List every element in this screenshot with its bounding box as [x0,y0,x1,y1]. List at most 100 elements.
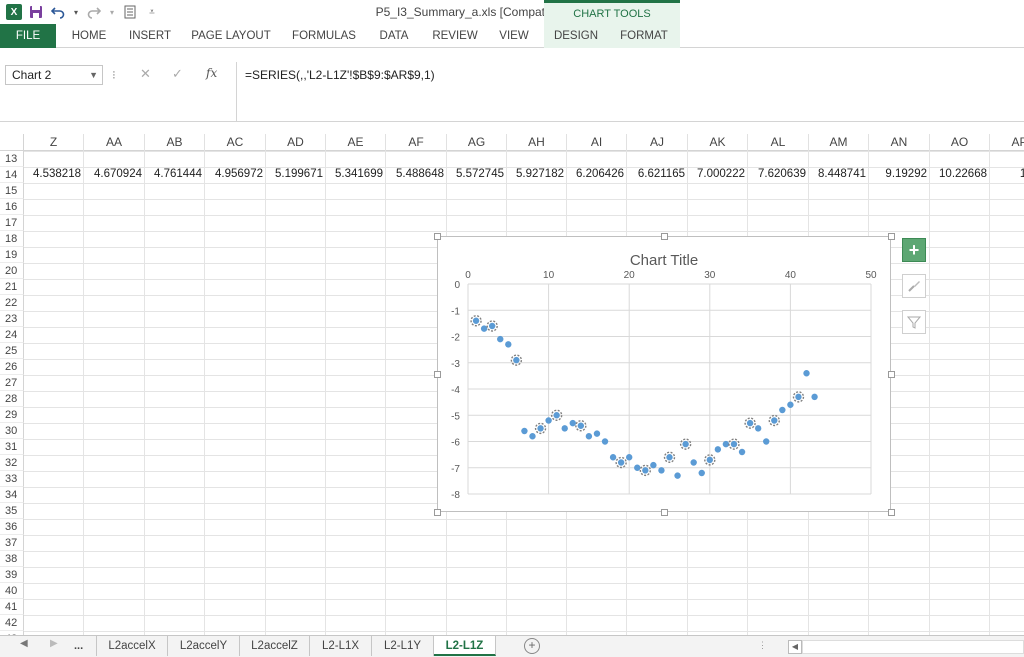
name-box[interactable]: Chart 2 ▼ [5,65,103,85]
data-point[interactable] [679,438,692,450]
data-point[interactable] [674,472,681,479]
column-header-ac[interactable]: AC [205,134,266,151]
data-point[interactable] [505,341,512,348]
row-header-20[interactable]: 20 [0,263,24,279]
undo-icon[interactable] [50,4,66,20]
tab-review[interactable]: REVIEW [424,24,486,48]
tab-file[interactable]: FILE [0,24,56,48]
row-header-28[interactable]: 28 [0,391,24,407]
scroll-tabs-left-icon[interactable]: ◀ [20,638,28,649]
row-header-19[interactable]: 19 [0,247,24,263]
chart-resize-handle[interactable] [661,509,668,516]
data-point[interactable] [714,446,722,453]
column-header-ag[interactable]: AG [447,134,507,151]
scroll-tabs-right-icon[interactable]: ▶ [50,638,58,649]
data-point[interactable] [639,464,652,477]
column-header-am[interactable]: AM [809,134,869,151]
row-header-14[interactable]: 14 [0,167,24,183]
cell-af14[interactable]: 5.488648 [386,166,447,182]
column-header-aa[interactable]: AA [84,134,145,151]
sheet-tab-l2-l1z[interactable]: L2-L1Z [434,636,496,656]
data-point[interactable] [601,438,609,445]
row-header-24[interactable]: 24 [0,327,24,343]
data-point[interactable] [650,461,657,469]
row-header-16[interactable]: 16 [0,199,24,215]
cell-ag14[interactable]: 5.572745 [447,166,507,182]
data-point[interactable] [722,440,730,448]
row-header-36[interactable]: 36 [0,519,24,535]
cell-ad14[interactable]: 5.199671 [266,166,326,182]
data-point[interactable] [658,467,665,474]
row-header-27[interactable]: 27 [0,375,24,391]
data-point[interactable] [529,433,536,440]
data-point[interactable] [728,438,740,450]
cell-ai14[interactable]: 6.206426 [567,166,627,182]
chart-resize-handle[interactable] [661,233,668,240]
tab-formulas[interactable]: FORMULAS [284,24,364,48]
horizontal-scrollbar[interactable] [802,640,1024,654]
cell-al14[interactable]: 7.620639 [748,166,809,182]
cell-ab14[interactable]: 4.761444 [145,166,205,182]
column-header-ah[interactable]: AH [507,134,567,151]
column-header-al[interactable]: AL [748,134,809,151]
data-point[interactable] [792,391,805,403]
row-header-22[interactable]: 22 [0,295,24,311]
data-point[interactable] [754,425,762,432]
sheet-tab-l2accelz[interactable]: L2accelZ [240,636,310,656]
row-header-18[interactable]: 18 [0,231,24,247]
formula-bar-grip-icon[interactable]: ⁝ [112,68,116,82]
tab-split-handle-icon[interactable]: ⋮ [758,640,767,651]
data-point[interactable] [470,315,482,327]
data-point[interactable] [768,414,780,427]
chart-styles-brush-icon[interactable] [902,274,926,298]
column-header-ap[interactable]: AP [990,134,1024,151]
column-header-af[interactable]: AF [386,134,447,151]
data-point[interactable] [763,438,770,445]
chart-resize-handle[interactable] [434,509,441,516]
tab-page-layout[interactable]: PAGE LAYOUT [184,24,278,48]
cell-an14[interactable]: 9.19292 [869,166,930,182]
data-point[interactable] [593,430,601,437]
data-point[interactable] [779,406,786,414]
data-point[interactable] [803,370,810,377]
cell-ac14[interactable]: 4.956972 [205,166,266,182]
column-header-ab[interactable]: AB [145,134,205,151]
tab-format[interactable]: FORMAT [608,24,680,48]
redo-icon[interactable] [86,4,102,20]
row-header-29[interactable]: 29 [0,407,24,423]
scroll-left-icon[interactable]: ◀ [788,640,802,654]
formula-input[interactable]: =SERIES(,,'L2-L1Z'!$B$9:$AR$9,1) [236,62,1024,122]
sheet-tab-l2-l1x[interactable]: L2-L1X [310,636,372,656]
insert-function-icon[interactable]: fx [206,66,217,80]
cell-z14[interactable]: 4.538218 [24,166,84,182]
data-point[interactable] [497,335,504,343]
row-header-25[interactable]: 25 [0,343,24,359]
row-header-21[interactable]: 21 [0,279,24,295]
data-point[interactable] [738,448,746,456]
form-icon[interactable] [122,4,138,20]
add-sheet-icon[interactable]: + [524,638,540,654]
data-point[interactable] [787,401,794,408]
data-point[interactable] [569,419,576,427]
data-point[interactable] [634,464,641,471]
column-header-ai[interactable]: AI [567,134,627,151]
row-header-41[interactable]: 41 [0,599,24,615]
tab-data[interactable]: DATA [368,24,420,48]
column-header-ao[interactable]: AO [930,134,990,151]
data-point[interactable] [480,325,488,332]
cancel-icon[interactable]: ✕ [140,66,151,82]
chevron-down-icon[interactable]: ▼ [89,66,98,84]
column-header-ad[interactable]: AD [266,134,326,151]
row-header-31[interactable]: 31 [0,439,24,455]
column-header-z[interactable]: Z [24,134,84,151]
data-point[interactable] [690,459,697,466]
row-header-40[interactable]: 40 [0,583,24,599]
row-header-42[interactable]: 42 [0,615,24,631]
data-point[interactable] [698,469,705,477]
data-point[interactable] [663,451,676,463]
tab-insert[interactable]: INSERT [120,24,180,48]
chart-resize-handle[interactable] [434,233,441,240]
row-header-39[interactable]: 39 [0,567,24,583]
data-point[interactable] [575,420,587,432]
row-header-35[interactable]: 35 [0,503,24,519]
